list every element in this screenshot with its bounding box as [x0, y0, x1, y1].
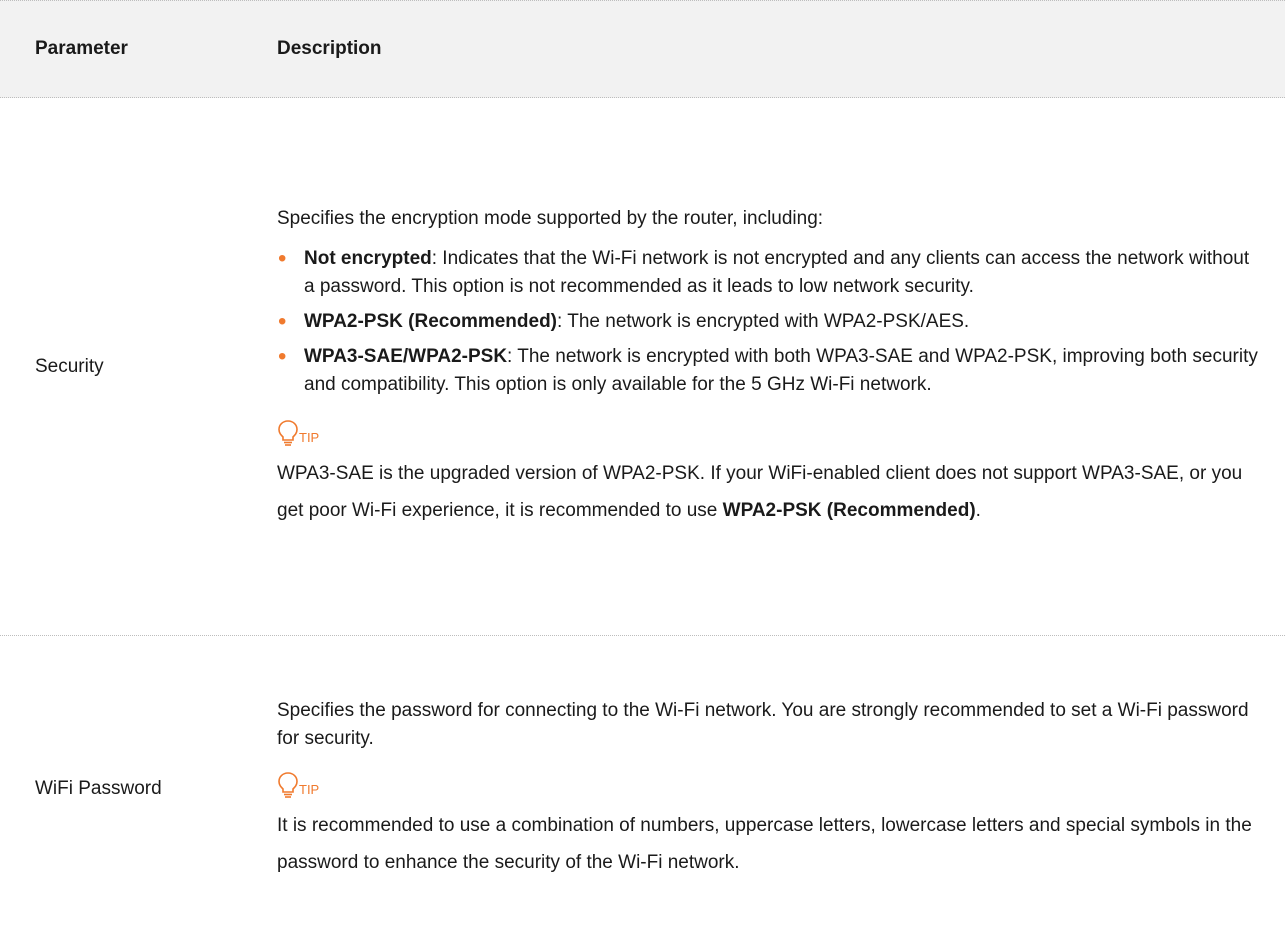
lightbulb-icon — [278, 419, 298, 446]
bullet-term: Not encrypted — [304, 247, 432, 269]
list-item: • WPA2-PSK (Recommended): The network is … — [277, 308, 1261, 336]
bullet-dot: • — [278, 307, 287, 335]
bullet-term: WPA2-PSK (Recommended) — [304, 310, 558, 332]
bullet-term: WPA3-SAE/WPA2-PSK — [304, 345, 508, 367]
security-intro: Specifies the encryption mode supported … — [277, 207, 824, 229]
tip-callout: TIP — [277, 769, 1261, 799]
desc-security: Specifies the encryption mode supported … — [277, 205, 1285, 529]
table-header-row: Parameter Description — [0, 0, 1285, 98]
lightbulb-icon — [278, 771, 298, 798]
bullet-dot: • — [278, 342, 287, 370]
password-intro: Specifies the password for connecting to… — [277, 699, 1249, 749]
bullet-dot: • — [278, 244, 287, 272]
security-tip-text: WPA3-SAE is the upgraded version of WPA2… — [277, 455, 1261, 529]
header-description: Description — [277, 38, 382, 59]
table-row-password: WiFi Password Specifies the password for… — [0, 636, 1285, 941]
tip-label: TIP — [299, 781, 320, 797]
desc-wifi-password: Specifies the password for connecting to… — [277, 697, 1285, 881]
list-item: • WPA3-SAE/WPA2-PSK: The network is encry… — [277, 343, 1261, 399]
param-wifi-password: WiFi Password — [35, 777, 162, 799]
parameter-table: Parameter Description Security Specifies… — [0, 0, 1285, 941]
param-security: Security — [35, 355, 104, 377]
tip-text-bold: WPA2-PSK (Recommended) — [722, 499, 976, 521]
encryption-mode-list: • Not encrypted: Indicates that the Wi-Fi… — [277, 245, 1261, 399]
bullet-text: : Indicates that the Wi-Fi network is no… — [304, 247, 1250, 297]
tip-label: TIP — [299, 429, 320, 445]
header-parameter: Parameter — [35, 38, 128, 59]
tip-text-end: . — [975, 499, 981, 521]
bullet-text: : The network is encrypted with WPA2-PSK… — [557, 310, 970, 332]
list-item: • Not encrypted: Indicates that the Wi-Fi… — [277, 245, 1261, 301]
tip-callout: TIP — [277, 417, 1261, 447]
password-tip-text: It is recommended to use a combination o… — [277, 814, 1252, 873]
table-row-security: Security Specifies the encryption mode s… — [0, 98, 1285, 636]
